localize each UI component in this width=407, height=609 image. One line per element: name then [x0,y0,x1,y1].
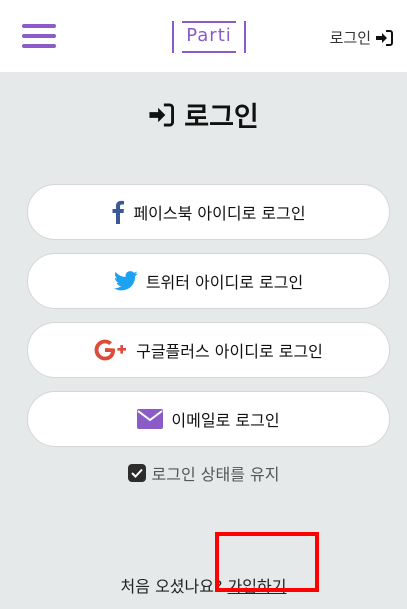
page-title: 로그인 [0,95,407,134]
facebook-login-button[interactable]: 페이스북 아이디로 로그인 [27,184,390,240]
google-plus-login-button[interactable]: 구글플러스 아이디로 로그인 [27,322,390,378]
signup-row: 처음 오셨나요? 가입하기 [0,573,407,597]
sign-in-icon [148,102,175,127]
facebook-icon [111,200,125,224]
header-login-label: 로그인 [329,29,371,47]
email-login-button[interactable]: 이메일로 로그인 [27,391,390,447]
page-title-text: 로그인 [184,102,259,133]
highlight-box [215,532,319,592]
google-plus-icon [94,339,128,361]
sign-in-icon [375,29,393,46]
logo-text: Parti [186,25,232,46]
twitter-login-button[interactable]: 트위터 아이디로 로그인 [27,253,390,309]
twitter-icon [113,271,138,291]
keep-logged-in-checkbox[interactable]: 로그인 상태를 유지 [0,461,407,485]
checkbox-checked-icon[interactable] [127,464,146,482]
keep-logged-in-label: 로그인 상태를 유지 [151,465,280,484]
twitter-login-label: 트위터 아이디로 로그인 [145,273,304,292]
google-plus-login-label: 구글플러스 아이디로 로그인 [136,342,323,361]
logo[interactable]: Parti [172,21,246,53]
top-bar: Parti 로그인 [0,0,407,72]
facebook-login-label: 페이스북 아이디로 로그인 [133,204,306,223]
signup-prompt: 처음 오셨나요? [120,577,223,596]
email-icon [137,409,164,429]
email-login-label: 이메일로 로그인 [171,411,280,430]
menu-icon[interactable] [22,24,56,48]
header-login-link[interactable]: 로그인 [330,27,393,48]
